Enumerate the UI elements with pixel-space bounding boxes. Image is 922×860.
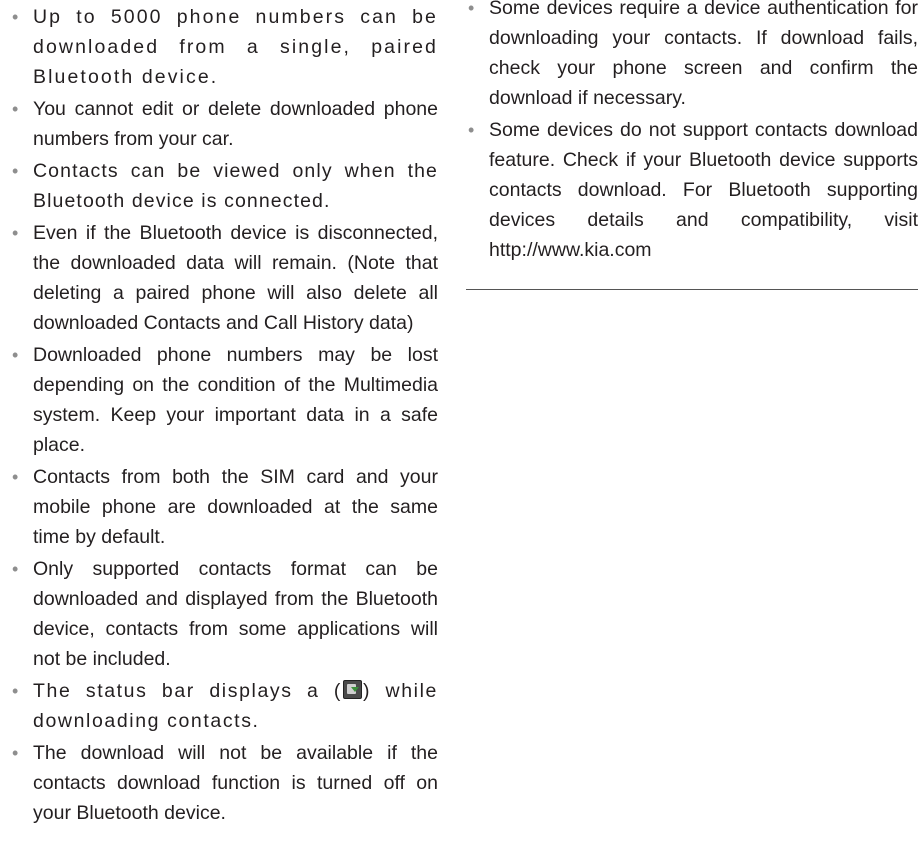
bullet-icon: • [12,223,19,243]
notes-list-left: • Up to 5000 phone numbers can be downlo… [10,2,438,828]
note-text: Even if the Bluetooth device is disconne… [33,222,438,334]
list-item: • The status bar displays a () while dow… [10,676,438,736]
list-item: • Only supported contacts format can be … [10,554,438,674]
note-text: Some devices do not support contacts dow… [489,119,918,261]
list-item: • Some devices do not support contacts d… [466,115,918,265]
list-item: • Even if the Bluetooth device is discon… [10,218,438,338]
bullet-icon: • [12,681,19,701]
notes-list-right: • Some devices require a device authenti… [466,0,918,265]
bullet-icon: • [12,161,19,181]
contacts-download-status-icon [343,680,363,699]
left-column: • Up to 5000 phone numbers can be downlo… [10,2,438,830]
list-item: • You cannot edit or delete downloaded p… [10,94,438,154]
note-text: Only supported contacts format can be do… [33,558,438,670]
list-item: • Some devices require a device authenti… [466,0,918,113]
note-text: The status bar displays a () while downl… [33,680,438,732]
bullet-icon: • [12,7,19,27]
note-text: Some devices require a device authentica… [489,0,918,109]
list-item: • Contacts can be viewed only when the B… [10,156,438,216]
section-divider [466,289,918,290]
note-text: Contacts can be viewed only when the Blu… [33,160,438,212]
bullet-icon: • [12,743,19,763]
bullet-icon: • [12,559,19,579]
list-item: • Up to 5000 phone numbers can be downlo… [10,2,438,92]
note-text: Contacts from both the SIM card and your… [33,466,438,548]
note-text: You cannot edit or delete downloaded pho… [33,98,438,150]
bullet-icon: • [12,99,19,119]
bullet-icon: • [468,120,475,140]
list-item: • Downloaded phone numbers may be lost d… [10,340,438,460]
list-item: • Contacts from both the SIM card and yo… [10,462,438,552]
note-text: The download will not be available if th… [33,742,438,824]
note-text: Up to 5000 phone numbers can be download… [33,6,438,88]
note-text-before: The status bar displays a ( [33,680,343,702]
note-text: Downloaded phone numbers may be lost dep… [33,344,438,456]
list-item: • The download will not be available if … [10,738,438,828]
bullet-icon: • [468,0,475,18]
bullet-icon: • [12,467,19,487]
bullet-icon: • [12,345,19,365]
right-column: • Some devices require a device authenti… [466,0,918,267]
